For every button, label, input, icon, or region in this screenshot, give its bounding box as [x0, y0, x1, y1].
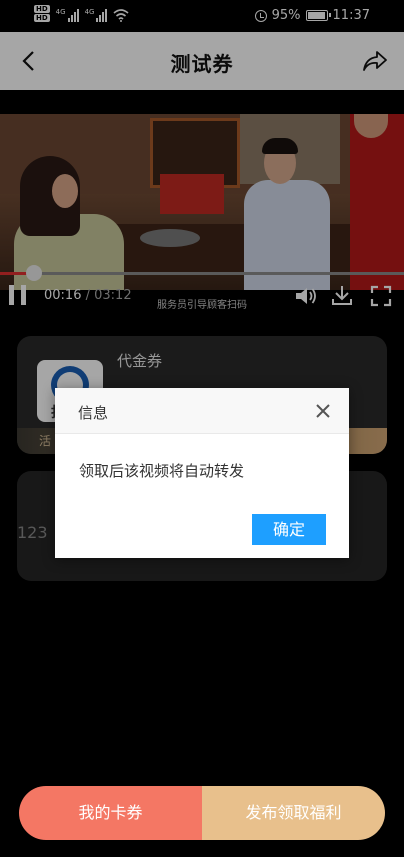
my-coupons-button[interactable]: 我的卡券: [19, 786, 202, 840]
confirm-button[interactable]: 确定: [252, 514, 326, 545]
dialog-message: 领取后该视频将自动转发: [79, 462, 245, 480]
info-dialog: 信息 领取后该视频将自动转发 确定: [55, 388, 349, 558]
dialog-title: 信息: [78, 404, 109, 422]
publish-welfare-button[interactable]: 发布领取福利: [202, 786, 385, 840]
dialog-header: 信息: [55, 388, 349, 434]
bottom-action-bar: 我的卡券 发布领取福利: [19, 786, 385, 840]
close-icon[interactable]: [315, 403, 331, 419]
